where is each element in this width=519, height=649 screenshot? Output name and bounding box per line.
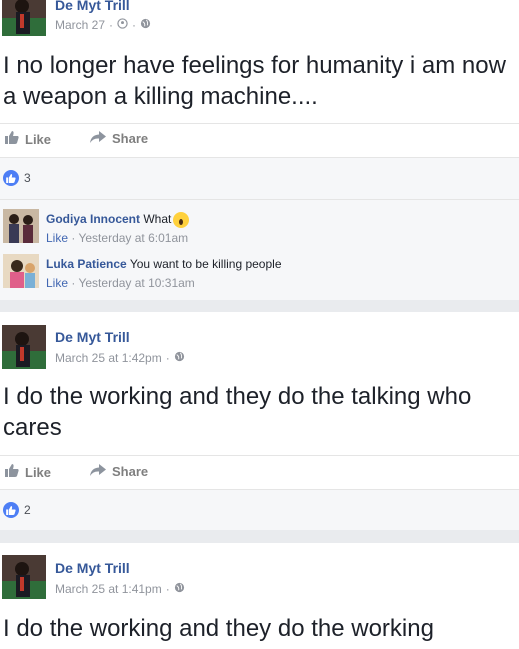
like-reaction-icon — [3, 502, 19, 518]
separator: · — [109, 18, 114, 32]
separator: · — [165, 582, 170, 596]
post-timestamp[interactable]: March 25 at 1:42pm — [55, 351, 162, 365]
author-name[interactable]: De Myt Trill — [55, 329, 130, 345]
divider — [0, 455, 519, 456]
author-avatar[interactable] — [2, 325, 46, 369]
reactions-bar[interactable]: 2 — [0, 489, 519, 531]
post-2: De Myt Trill March 25 at 1:42pm · I do t… — [0, 312, 519, 531]
share-button[interactable]: Share — [90, 464, 148, 479]
divider — [0, 123, 519, 124]
share-label: Share — [112, 131, 149, 146]
like-label: Like — [25, 131, 52, 147]
like-label: Like — [25, 464, 52, 480]
commenter-name[interactable]: Godiya Innocent — [46, 212, 140, 226]
post-text: I do the working and they do the working — [3, 615, 434, 642]
comment-text: You want to be killing people — [129, 257, 282, 271]
globe-icon — [140, 18, 151, 32]
comments-section: Godiya Innocent What Like · Yesterday at… — [0, 199, 519, 301]
comment-timestamp[interactable]: Yesterday at 6:01am — [78, 231, 188, 245]
share-label: Share — [112, 464, 149, 479]
post-meta: March 25 at 1:42pm · — [55, 351, 185, 365]
feed-gap — [0, 530, 519, 543]
comment-timestamp[interactable]: Yesterday at 10:31am — [78, 276, 194, 290]
shocked-emoji-icon — [173, 212, 190, 228]
separator: · — [71, 276, 76, 290]
separator: · — [71, 231, 76, 245]
comment-like-link[interactable]: Like — [46, 276, 68, 290]
commenter-name[interactable]: Luka Patience — [46, 257, 127, 271]
comment-text: What — [143, 212, 172, 227]
post-1: De Myt Trill March 27 · · I no longer ha… — [0, 0, 519, 301]
feed-gap — [0, 300, 519, 312]
like-reaction-icon — [3, 170, 19, 186]
friends-icon — [117, 18, 128, 32]
thumbs-up-icon — [5, 131, 19, 147]
post-timestamp[interactable]: March 27 — [55, 18, 105, 32]
comment-like-link[interactable]: Like — [46, 231, 68, 245]
comment-1: Godiya Innocent What — [46, 212, 190, 228]
like-button[interactable]: Like — [5, 464, 51, 480]
author-name[interactable]: De Myt Trill — [55, 0, 130, 13]
post-timestamp[interactable]: March 25 at 1:41pm — [55, 582, 162, 596]
share-arrow-icon — [90, 464, 106, 479]
post-meta: March 27 · · — [55, 18, 151, 32]
post-text: I no longer have feelings for humanity i… — [3, 52, 506, 110]
separator: · — [132, 18, 137, 32]
thumbs-up-icon — [5, 464, 19, 480]
globe-icon — [174, 582, 185, 596]
share-button[interactable]: Share — [90, 131, 148, 146]
commenter-avatar[interactable] — [3, 254, 39, 288]
share-arrow-icon — [90, 131, 106, 146]
author-avatar[interactable] — [2, 0, 46, 36]
post-text: I do the working and they do the talking… — [3, 383, 472, 441]
like-button[interactable]: Like — [5, 131, 51, 147]
author-avatar[interactable] — [2, 555, 46, 599]
comment-meta: Like · Yesterday at 6:01am — [46, 231, 188, 245]
commenter-avatar[interactable] — [3, 209, 39, 243]
reaction-count: 3 — [24, 171, 31, 185]
reactions-bar[interactable]: 3 — [0, 157, 519, 200]
post-meta: March 25 at 1:41pm · — [55, 582, 185, 596]
post-3: De Myt Trill March 25 at 1:41pm · I do t… — [0, 543, 519, 649]
separator: · — [165, 351, 170, 365]
author-name[interactable]: De Myt Trill — [55, 560, 130, 576]
globe-icon — [174, 351, 185, 365]
reaction-count: 2 — [24, 503, 31, 517]
comment-meta: Like · Yesterday at 10:31am — [46, 276, 195, 290]
comment-2: Luka Patience You want to be killing peo… — [46, 257, 282, 271]
